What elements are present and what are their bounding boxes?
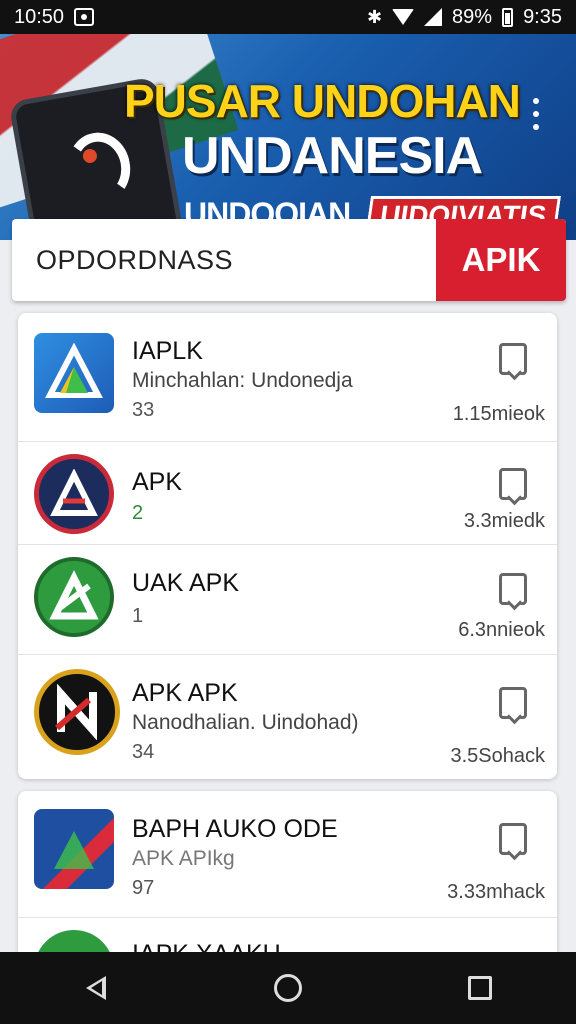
bluetooth-icon: ✱ xyxy=(366,6,383,27)
app-number: 97 xyxy=(132,877,155,899)
promo-banner[interactable]: PUSAR UNDOHAN UNDANESIA UNDOOIAN UIDOIVI… xyxy=(0,34,576,240)
wifi-icon xyxy=(392,9,415,25)
status-time: 10:50 xyxy=(14,5,65,28)
search-bar: OPDORDNASS APIK xyxy=(12,219,566,301)
list-item[interactable]: BAPH AUKO ODE APK APIkg 97 3.33mhack xyxy=(18,791,557,918)
download-icon[interactable] xyxy=(499,573,527,605)
green-a-app-icon xyxy=(34,557,114,637)
app-size: 3.3miedk xyxy=(463,510,545,532)
status-right: ✱ 89% 9:35 xyxy=(367,6,562,29)
download-icon[interactable] xyxy=(499,687,527,719)
app-title: IAPLK xyxy=(132,337,203,365)
download-icon[interactable] xyxy=(499,343,527,375)
banner-title-line2: UNDANESIA xyxy=(182,127,483,185)
back-icon xyxy=(86,976,106,1000)
recent-apps-icon xyxy=(468,976,492,1000)
app-number: 1 xyxy=(132,605,144,627)
app-size: 1.15mieok xyxy=(452,403,545,425)
striped-app-icon xyxy=(34,809,114,889)
list-item[interactable]: UAK APK 1 6.3nnieok xyxy=(18,545,557,655)
status-bar: 10:50 ✱ 89% 9:35 xyxy=(0,0,576,34)
download-icon[interactable] xyxy=(499,468,527,500)
app-number: 33 xyxy=(132,399,155,421)
search-input[interactable]: OPDORDNASS xyxy=(12,219,436,301)
black-n-app-icon xyxy=(34,669,120,755)
red-ring-app-icon xyxy=(34,454,114,534)
app-subtitle: Nanodhalian. Uindohad) xyxy=(132,711,359,734)
status-left: 10:50 xyxy=(14,5,95,29)
app-title: UAK APK xyxy=(132,569,239,597)
battery-percent: 89% xyxy=(452,5,493,28)
list-item[interactable]: APK 2 3.3miedk xyxy=(18,442,557,545)
app-size: 3.33mhack xyxy=(447,881,545,903)
app-list-card-2: BAPH AUKO ODE APK APIkg 97 3.33mhack IAP… xyxy=(18,791,557,961)
app-notification-icon xyxy=(74,8,95,26)
phone-logo-icon xyxy=(62,127,136,208)
app-title: BAPH AUKO ODE xyxy=(132,815,338,843)
status-clock-right: 9:35 xyxy=(523,5,562,28)
navigation-bar xyxy=(0,952,576,1024)
app-size: 6.3nnieok xyxy=(458,619,545,641)
app-size: 3.5Sohack xyxy=(450,745,545,767)
home-button[interactable] xyxy=(258,958,318,1018)
banner-title-line1: PUSAR UNDOHAN xyxy=(124,75,521,127)
back-button[interactable] xyxy=(66,958,126,1018)
battery-icon xyxy=(502,7,514,27)
list-item[interactable]: APK APK Nanodhalian. Uindohad) 34 3.5Soh… xyxy=(18,655,557,779)
recent-apps-button[interactable] xyxy=(450,958,510,1018)
overflow-menu-icon[interactable] xyxy=(526,98,546,130)
app-subtitle: Minchahlan: Undonedja xyxy=(132,369,353,392)
home-icon xyxy=(274,974,302,1002)
signal-icon xyxy=(424,8,443,26)
app-number: 34 xyxy=(132,741,155,763)
list-item[interactable]: IAPLK Minchahlan: Undonedja 33 1.15mieok xyxy=(18,313,557,442)
app-title: APK APK xyxy=(132,679,238,707)
download-icon[interactable] xyxy=(499,823,527,855)
app-title: APK xyxy=(132,468,183,496)
app-number: 2 xyxy=(132,502,144,524)
apk-search-button[interactable]: APIK xyxy=(436,219,566,301)
blue-triangle-app-icon xyxy=(34,333,114,413)
app-list-card: IAPLK Minchahlan: Undonedja 33 1.15mieok… xyxy=(18,313,557,779)
app-subtitle: APK APIkg xyxy=(132,847,235,870)
